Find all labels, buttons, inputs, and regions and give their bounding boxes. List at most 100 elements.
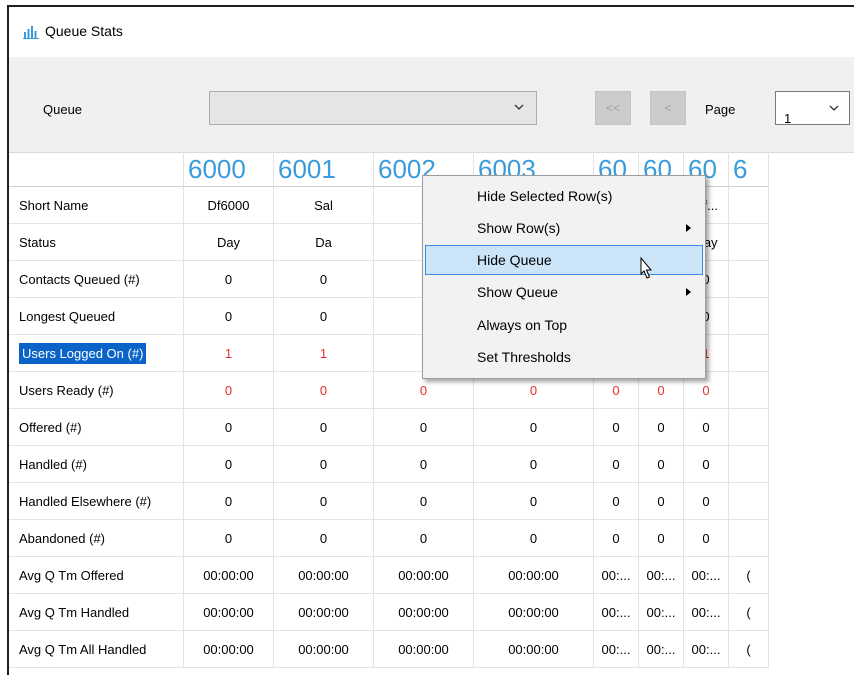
grid-cell[interactable]: 00:00:00 xyxy=(474,631,594,668)
grid-cell[interactable]: 0 xyxy=(274,446,374,483)
row-label[interactable]: Users Logged On (#) xyxy=(9,335,184,372)
grid-cell[interactable]: 0 xyxy=(474,520,594,557)
grid-cell[interactable]: 0 xyxy=(474,483,594,520)
grid-cell[interactable]: 0 xyxy=(374,446,474,483)
row-label[interactable]: Offered (#) xyxy=(9,409,184,446)
grid-cell[interactable]: 0 xyxy=(594,483,639,520)
grid-cell[interactable]: ( xyxy=(729,557,769,594)
grid-cell[interactable]: 0 xyxy=(274,483,374,520)
grid-cell[interactable]: 0 xyxy=(474,446,594,483)
grid-cell[interactable]: 0 xyxy=(184,261,274,298)
grid-cell[interactable]: 0 xyxy=(639,446,684,483)
grid-cell[interactable]: 0 xyxy=(639,409,684,446)
queue-dropdown[interactable] xyxy=(209,91,537,125)
context-menu-item-show-row-s[interactable]: Show Row(s) xyxy=(425,213,703,243)
grid-cell[interactable]: 00:... xyxy=(639,557,684,594)
column-header[interactable]: 6 xyxy=(729,152,769,187)
grid-cell[interactable]: 0 xyxy=(374,520,474,557)
context-menu-item-hide-selected-row-s[interactable]: Hide Selected Row(s) xyxy=(425,181,703,211)
row-label[interactable]: Avg Q Tm Offered xyxy=(9,557,184,594)
grid-cell[interactable]: 0 xyxy=(684,520,729,557)
grid-cell[interactable]: 0 xyxy=(184,298,274,335)
grid-cell[interactable]: 00:... xyxy=(594,594,639,631)
grid-cell[interactable] xyxy=(729,261,769,298)
row-label[interactable]: Avg Q Tm All Handled xyxy=(9,631,184,668)
grid-cell[interactable]: 00:00:00 xyxy=(274,631,374,668)
grid-cell[interactable]: 00:... xyxy=(639,594,684,631)
grid-cell[interactable]: 0 xyxy=(594,446,639,483)
grid-cell[interactable]: Df6000 xyxy=(184,187,274,224)
grid-cell[interactable]: 00:00:00 xyxy=(184,631,274,668)
grid-cell[interactable]: 0 xyxy=(474,409,594,446)
grid-cell[interactable]: 00:00:00 xyxy=(184,557,274,594)
grid-cell[interactable]: 0 xyxy=(184,409,274,446)
grid-cell[interactable]: 0 xyxy=(274,298,374,335)
grid-cell[interactable]: 0 xyxy=(684,446,729,483)
grid-cell[interactable]: 1 xyxy=(274,335,374,372)
grid-cell[interactable]: 0 xyxy=(184,483,274,520)
grid-cell[interactable]: Day xyxy=(184,224,274,261)
grid-cell[interactable]: Da xyxy=(274,224,374,261)
grid-cell[interactable] xyxy=(729,187,769,224)
grid-cell[interactable]: 00:00:00 xyxy=(374,594,474,631)
grid-cell[interactable]: 0 xyxy=(374,483,474,520)
row-label[interactable]: Longest Queued xyxy=(9,298,184,335)
grid-cell[interactable]: 0 xyxy=(274,261,374,298)
grid-cell[interactable]: 00:... xyxy=(684,594,729,631)
grid-cell[interactable] xyxy=(729,483,769,520)
row-label[interactable]: Handled (#) xyxy=(9,446,184,483)
row-label[interactable]: Abandoned (#) xyxy=(9,520,184,557)
grid-cell[interactable] xyxy=(729,520,769,557)
grid-cell[interactable]: ( xyxy=(729,594,769,631)
column-header[interactable]: 6000 xyxy=(184,152,274,187)
grid-cell[interactable]: 1 xyxy=(184,335,274,372)
grid-cell[interactable]: 00:... xyxy=(639,631,684,668)
grid-cell[interactable]: 0 xyxy=(274,520,374,557)
grid-cell[interactable] xyxy=(729,372,769,409)
prev-page-button[interactable]: < xyxy=(650,91,686,125)
context-menu-item-set-thresholds[interactable]: Set Thresholds xyxy=(425,342,703,372)
row-label[interactable]: Status xyxy=(9,224,184,261)
row-label[interactable]: Contacts Queued (#) xyxy=(9,261,184,298)
grid-cell[interactable]: 00:00:00 xyxy=(474,557,594,594)
grid-cell[interactable]: 0 xyxy=(639,520,684,557)
grid-cell[interactable]: 00:... xyxy=(594,631,639,668)
grid-cell[interactable]: 00:... xyxy=(594,557,639,594)
grid-cell[interactable]: 00:... xyxy=(684,557,729,594)
row-label[interactable]: Handled Elsewhere (#) xyxy=(9,483,184,520)
context-menu-item-hide-queue[interactable]: Hide Queue xyxy=(425,245,703,275)
first-page-button[interactable]: << xyxy=(595,91,631,125)
grid-cell[interactable]: 00:00:00 xyxy=(274,557,374,594)
grid-cell[interactable]: 00:00:00 xyxy=(374,631,474,668)
grid-cell[interactable] xyxy=(729,409,769,446)
grid-cell[interactable]: 0 xyxy=(374,409,474,446)
context-menu-item-always-on-top[interactable]: Always on Top xyxy=(425,310,703,340)
page-dropdown[interactable]: 1 xyxy=(775,91,850,126)
grid-cell[interactable]: 0 xyxy=(184,372,274,409)
grid-cell[interactable] xyxy=(729,335,769,372)
grid-cell[interactable]: 00:00:00 xyxy=(374,557,474,594)
grid-cell[interactable]: 0 xyxy=(684,409,729,446)
grid-cell[interactable]: 0 xyxy=(639,483,684,520)
grid-cell[interactable]: 0 xyxy=(184,446,274,483)
grid-cell[interactable]: 00:... xyxy=(684,631,729,668)
grid-cell[interactable] xyxy=(729,298,769,335)
grid-cell[interactable]: 0 xyxy=(594,409,639,446)
row-label[interactable]: Avg Q Tm Handled xyxy=(9,594,184,631)
grid-cell[interactable]: Sal xyxy=(274,187,374,224)
grid-cell[interactable] xyxy=(729,446,769,483)
grid-cell[interactable] xyxy=(729,224,769,261)
grid-cell[interactable]: 0 xyxy=(274,409,374,446)
grid-cell[interactable]: 00:00:00 xyxy=(474,594,594,631)
column-header[interactable]: 6001 xyxy=(274,152,374,187)
context-menu-item-show-queue[interactable]: Show Queue xyxy=(425,277,703,307)
grid-cell[interactable]: 0 xyxy=(594,520,639,557)
grid-cell[interactable]: 0 xyxy=(184,520,274,557)
row-label[interactable]: Users Ready (#) xyxy=(9,372,184,409)
row-label[interactable]: Short Name xyxy=(9,187,184,224)
grid-cell[interactable]: 0 xyxy=(684,483,729,520)
grid-cell[interactable]: 00:00:00 xyxy=(274,594,374,631)
grid-cell[interactable]: 0 xyxy=(274,372,374,409)
grid-cell[interactable]: 00:00:00 xyxy=(184,594,274,631)
grid-cell[interactable]: ( xyxy=(729,631,769,668)
